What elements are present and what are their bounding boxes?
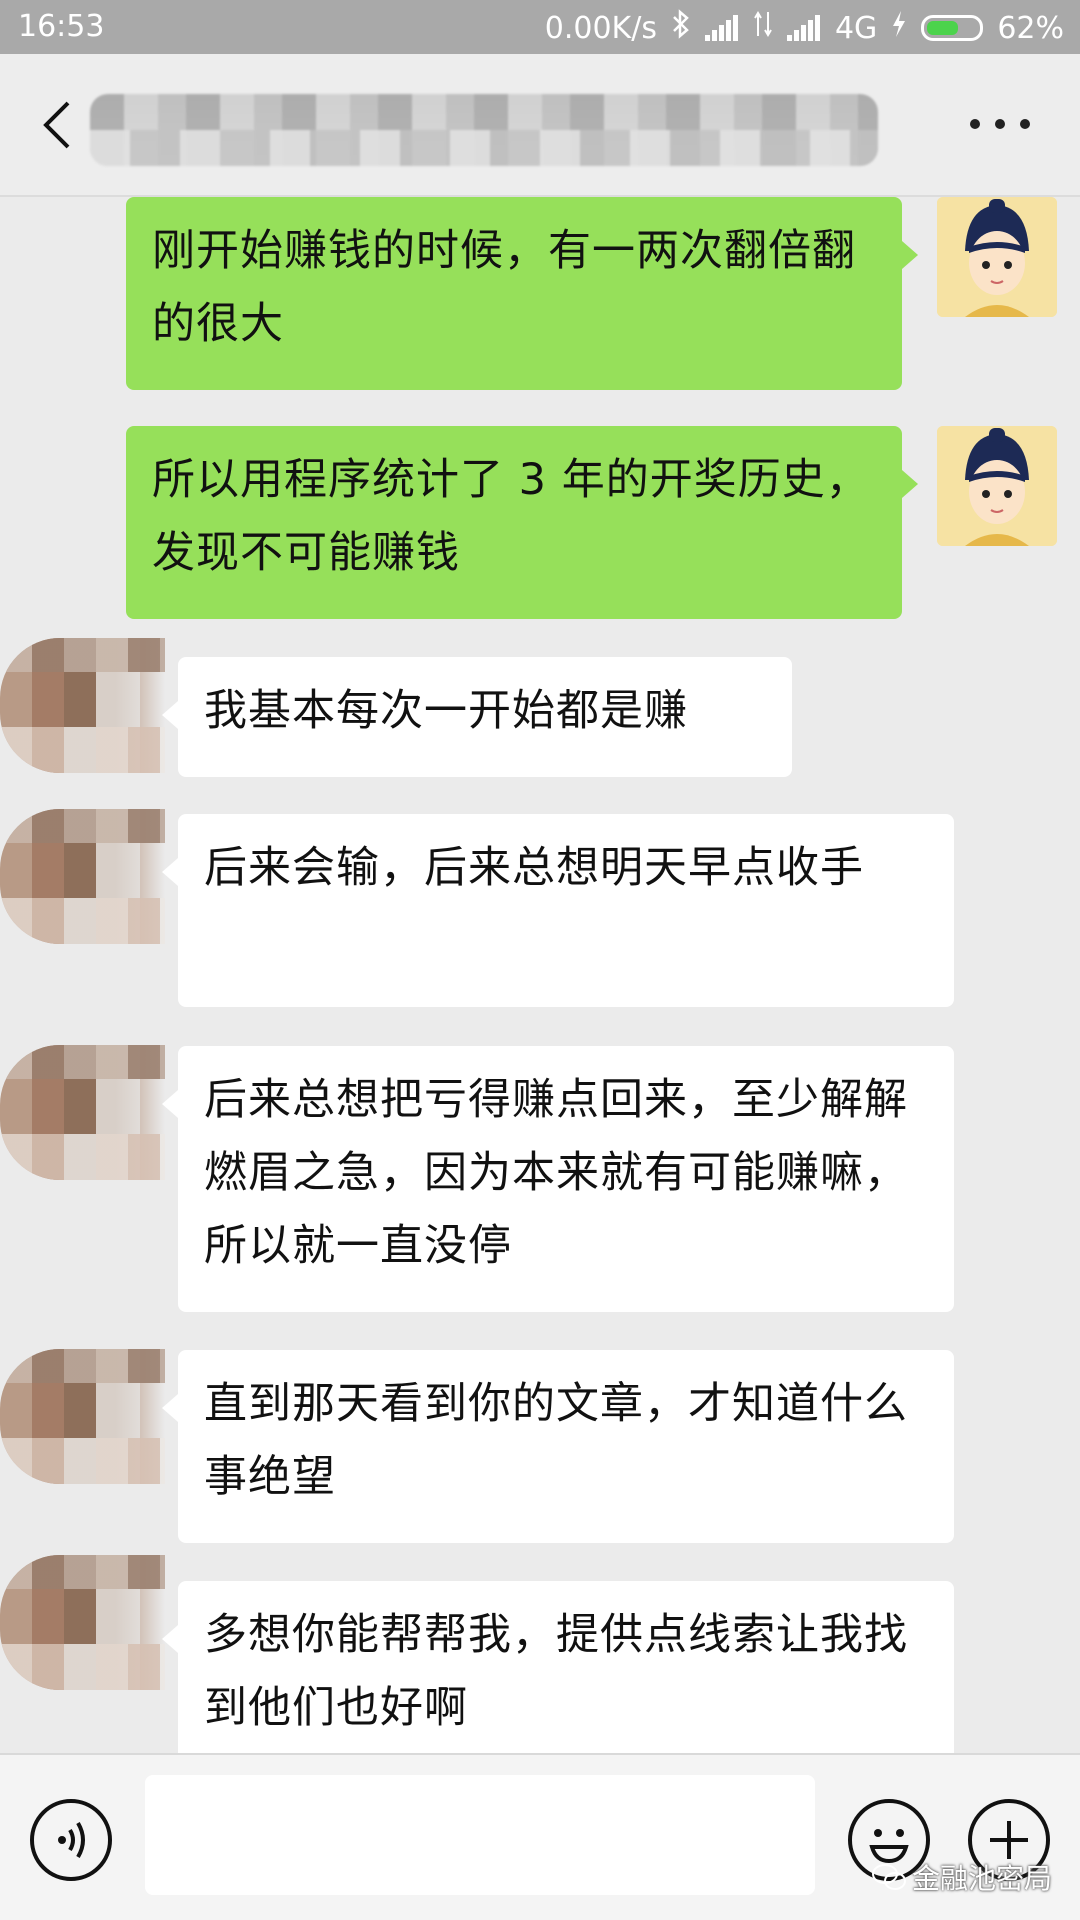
contact-avatar-blurred[interactable] <box>0 1349 165 1484</box>
chat-input-bar: 金融池密局 <box>0 1753 1080 1920</box>
more-dots-icon[interactable] <box>970 119 1030 131</box>
contact-avatar-blurred[interactable] <box>0 638 165 773</box>
contact-message-bubble[interactable]: 我基本每次一开始都是赚 <box>162 657 792 777</box>
chevron-left-icon[interactable] <box>38 100 78 150</box>
my-message-bubble[interactable]: 所以用程序统计了 3 年的开奖历史，发现不可能赚钱 <box>126 426 918 619</box>
watermark-text: 金融池密局 <box>911 1862 1052 1895</box>
watermark: 金融池密局 <box>871 1857 1052 1897</box>
contact-avatar-blurred[interactable] <box>0 1045 165 1180</box>
message-text: 刚开始赚钱的时候，有一两次翻倍翻的很大 <box>152 226 856 349</box>
status-icons: 0.00K/s 4G 62% <box>545 9 1064 47</box>
contact-message-bubble[interactable]: 多想你能帮帮我，提供点线索让我找到他们也好啊 <box>162 1581 954 1753</box>
my-avatar[interactable] <box>937 426 1057 546</box>
net-speed: 0.00K/s <box>544 10 657 46</box>
status-bar: 16:53 0.00K/s 4G 62% <box>0 0 1080 54</box>
battery-percent: 62% <box>997 10 1064 46</box>
battery-icon <box>921 15 984 41</box>
message-text: 直到那天看到你的文章，才知道什么事绝望 <box>204 1379 908 1502</box>
my-avatar[interactable] <box>937 197 1057 317</box>
message-text: 后来总想把亏得赚点回来，至少解解燃眉之急，因为本来就有可能赚嘛，所以就一直没停 <box>204 1075 908 1271</box>
message-text: 所以用程序统计了 3 年的开奖历史，发现不可能赚钱 <box>152 455 870 578</box>
message-text-input[interactable] <box>145 1775 815 1895</box>
network-type: 4G <box>834 10 878 46</box>
message-list[interactable]: 刚开始赚钱的时候，有一两次翻倍翻的很大 所以用程序统计了 3 年的开奖历史，发现… <box>0 197 1080 1753</box>
contact-avatar-blurred[interactable] <box>0 809 165 944</box>
signal-icon-2 <box>786 15 821 41</box>
signal-icon <box>704 15 739 41</box>
cartoon-face-icon <box>937 426 1057 546</box>
contact-avatar-blurred[interactable] <box>0 1555 165 1690</box>
cartoon-face-icon <box>937 197 1057 317</box>
my-message-bubble[interactable]: 刚开始赚钱的时候，有一两次翻倍翻的很大 <box>126 197 918 390</box>
status-time: 16:53 <box>18 9 105 44</box>
message-text: 多想你能帮帮我，提供点线索让我找到他们也好啊 <box>204 1610 908 1733</box>
battery-level <box>927 21 959 35</box>
contact-name-blurred <box>90 94 878 166</box>
bluetooth-icon <box>671 9 691 47</box>
contact-message-bubble[interactable]: 直到那天看到你的文章，才知道什么事绝望 <box>162 1350 954 1543</box>
data-transfer-icon <box>753 10 773 46</box>
contact-message-bubble[interactable]: 后来总想把亏得赚点回来，至少解解燃眉之急，因为本来就有可能赚嘛，所以就一直没停 <box>162 1046 954 1312</box>
wechat-icon <box>871 1864 906 1890</box>
message-text: 后来会输，后来总想明天早点收手 <box>204 843 864 893</box>
chat-header <box>0 54 1080 197</box>
message-text: 我基本每次一开始都是赚 <box>204 686 688 736</box>
contact-message-bubble[interactable]: 后来会输，后来总想明天早点收手 <box>162 814 954 1007</box>
voice-icon[interactable] <box>30 1799 112 1881</box>
charging-icon <box>891 10 907 46</box>
